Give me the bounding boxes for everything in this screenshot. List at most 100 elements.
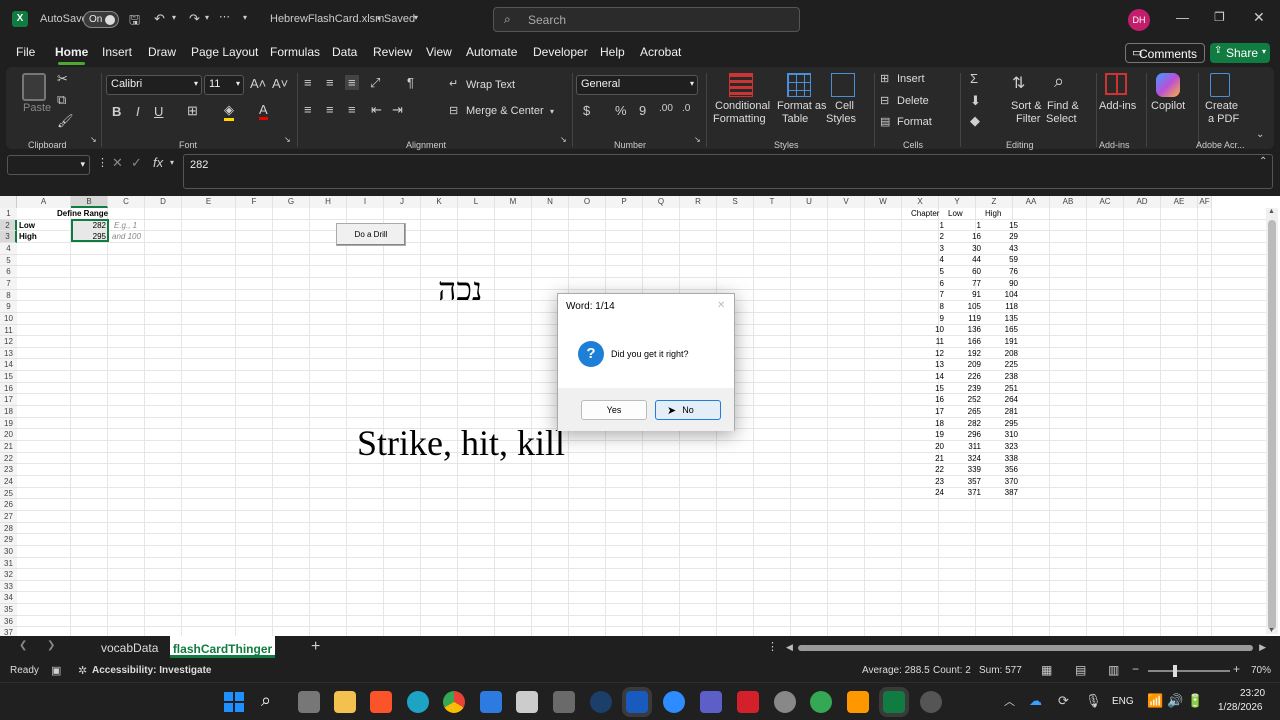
- chapter-table-cell[interactable]: 119: [951, 313, 981, 324]
- chapter-table-cell[interactable]: 16: [951, 231, 981, 242]
- align-top-icon[interactable]: ≡: [304, 75, 312, 90]
- chapter-table-cell[interactable]: 282: [951, 418, 981, 429]
- chapter-table-cell[interactable]: 10: [914, 324, 944, 335]
- column-header[interactable]: D: [145, 196, 182, 208]
- conditional-formatting-label1[interactable]: Conditional: [715, 100, 770, 112]
- row-header[interactable]: 12: [0, 336, 17, 348]
- row-header[interactable]: 27: [0, 510, 17, 523]
- column-header[interactable]: A: [17, 196, 71, 208]
- delete-cells-button[interactable]: Delete: [897, 95, 929, 107]
- chapter-table-cell[interactable]: 21: [914, 453, 944, 464]
- row-header[interactable]: 15: [0, 371, 17, 383]
- calculator-icon[interactable]: [553, 691, 575, 713]
- menu-file[interactable]: File: [16, 45, 35, 59]
- column-header[interactable]: AD: [1124, 196, 1161, 208]
- chapter-table-cell[interactable]: 43: [988, 243, 1018, 254]
- vertical-scrollbar[interactable]: ▲ ▼: [1266, 208, 1278, 634]
- chapter-table-cell[interactable]: 11: [914, 336, 944, 347]
- chapter-table-cell[interactable]: 118: [988, 301, 1018, 312]
- row-header[interactable]: 29: [0, 534, 17, 546]
- accessibility-icon[interactable]: ✲: [78, 664, 87, 677]
- clock-date[interactable]: 1/28/2026: [1218, 702, 1263, 713]
- chapter-table-cell[interactable]: 166: [951, 336, 981, 347]
- format-as-table-label2[interactable]: Table: [782, 113, 808, 125]
- row-header[interactable]: 18: [0, 406, 17, 418]
- column-header[interactable]: E: [182, 196, 236, 208]
- chapter-table-cell[interactable]: 5: [914, 266, 944, 277]
- low-value-cell[interactable]: 282: [90, 220, 106, 231]
- menu-formulas[interactable]: Formulas: [270, 45, 320, 59]
- shrink-font-icon[interactable]: A˅: [272, 76, 288, 91]
- copy-icon[interactable]: ⧉: [57, 92, 66, 108]
- clipboard-launcher-icon[interactable]: ↘: [90, 135, 97, 144]
- teams-icon[interactable]: [700, 691, 722, 713]
- bible-app-icon[interactable]: [516, 691, 538, 713]
- fx-chevron-icon[interactable]: ▾: [170, 158, 174, 167]
- column-header[interactable]: F: [236, 196, 273, 208]
- menu-developer[interactable]: Developer: [533, 45, 588, 59]
- column-header[interactable]: H: [310, 196, 347, 208]
- cell-styles-label2[interactable]: Styles: [826, 113, 856, 125]
- fill-icon[interactable]: ⬇: [970, 93, 981, 109]
- increase-indent-icon[interactable]: ⇥: [392, 102, 403, 118]
- settings-icon[interactable]: [774, 691, 796, 713]
- qat-more-icon[interactable]: ⋯: [219, 10, 230, 23]
- column-header[interactable]: U: [791, 196, 828, 208]
- chapter-table-cell[interactable]: 3: [914, 243, 944, 254]
- rtl-icon[interactable]: ¶: [407, 75, 414, 90]
- save-icon[interactable]: 🖫: [129, 11, 140, 33]
- sublime-icon[interactable]: [847, 691, 869, 713]
- chapter-table-cell[interactable]: 12: [914, 348, 944, 359]
- column-header[interactable]: AA: [1013, 196, 1050, 208]
- column-header[interactable]: Q: [643, 196, 680, 208]
- number-format-select[interactable]: General ▾: [576, 75, 698, 95]
- row-header[interactable]: 37: [0, 627, 17, 636]
- row-header[interactable]: 22: [0, 452, 17, 465]
- chapter-table-cell[interactable]: 371: [951, 487, 981, 498]
- chapter-table-cell[interactable]: 19: [914, 429, 944, 440]
- number-launcher-icon[interactable]: ↘: [694, 135, 701, 144]
- zoom-level[interactable]: 70%: [1251, 665, 1271, 676]
- chapter-table-cell[interactable]: 295: [988, 418, 1018, 429]
- insert-function-icon[interactable]: fx: [153, 155, 163, 170]
- column-header[interactable]: I: [347, 196, 384, 208]
- close-icon[interactable]: ✕: [1253, 9, 1265, 26]
- alignment-launcher-icon[interactable]: ↘: [560, 135, 567, 144]
- share-button[interactable]: ⇪ Share ▾: [1210, 43, 1270, 63]
- start-icon[interactable]: [224, 692, 244, 712]
- clock-time[interactable]: 23:20: [1240, 688, 1265, 699]
- wifi-icon[interactable]: 📶: [1147, 693, 1163, 709]
- chapter-table-cell[interactable]: 356: [988, 464, 1018, 475]
- sort-filter-icon[interactable]: ⇅: [1012, 73, 1025, 93]
- font-color-icon[interactable]: A: [259, 102, 268, 120]
- restore-icon[interactable]: ❐: [1214, 10, 1225, 24]
- brave-icon[interactable]: [370, 691, 392, 713]
- menu-automate[interactable]: Automate: [466, 45, 517, 59]
- zoom-icon[interactable]: [663, 691, 685, 713]
- cancel-entry-icon[interactable]: ✕: [112, 155, 123, 171]
- file-explorer-icon[interactable]: [334, 691, 356, 713]
- italic-icon[interactable]: I: [136, 104, 140, 119]
- column-header[interactable]: N: [532, 196, 569, 208]
- add-ins-button[interactable]: Add-ins: [1099, 100, 1136, 112]
- accessibility-status[interactable]: Accessibility: Investigate: [92, 665, 212, 676]
- decrease-decimal-icon[interactable]: .0: [682, 103, 690, 114]
- align-bottom-icon[interactable]: ≡: [345, 75, 359, 90]
- steam-icon[interactable]: [590, 691, 612, 713]
- chapter-table-cell[interactable]: 29: [988, 231, 1018, 242]
- menu-insert[interactable]: Insert: [102, 45, 132, 59]
- chapter-table-cell[interactable]: 60: [951, 266, 981, 277]
- menu-view[interactable]: View: [426, 45, 452, 59]
- autosave-toggle[interactable]: On: [83, 11, 119, 28]
- chapter-table-cell[interactable]: 7: [914, 289, 944, 300]
- grow-font-icon[interactable]: A˄: [250, 76, 266, 91]
- filename-chevron-icon[interactable]: ▾: [414, 13, 418, 22]
- decrease-indent-icon[interactable]: ⇤: [371, 102, 382, 118]
- chapter-table-cell[interactable]: 24: [914, 487, 944, 498]
- row-header[interactable]: 28: [0, 522, 17, 535]
- wrap-text-icon[interactable]: ↵: [449, 77, 458, 90]
- row-header[interactable]: 5: [0, 254, 17, 267]
- yes-button[interactable]: Yes: [581, 400, 647, 420]
- chapter-table-cell[interactable]: 8: [914, 301, 944, 312]
- menu-data[interactable]: Data: [332, 45, 357, 59]
